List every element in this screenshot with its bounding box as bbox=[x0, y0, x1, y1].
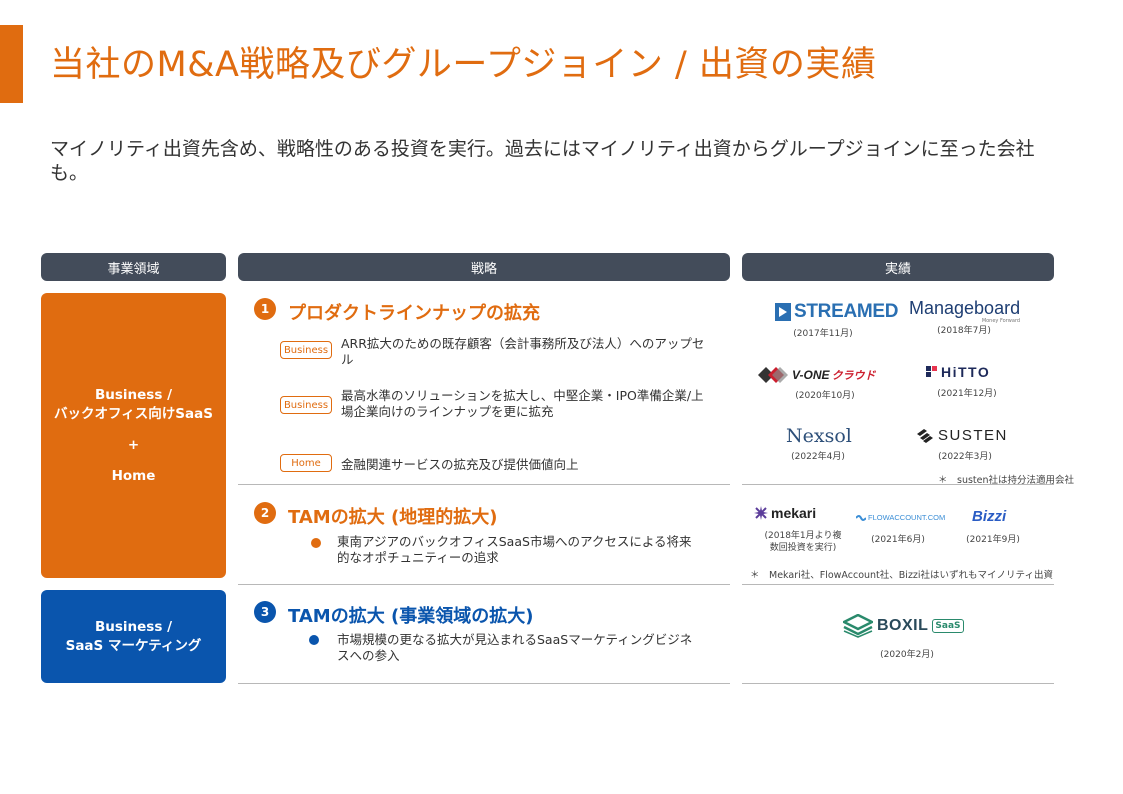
domain-label-home: Home bbox=[111, 467, 156, 484]
boxil-wordmark: BOXIL bbox=[877, 617, 929, 634]
boxil-date: (2020年2月) bbox=[880, 650, 934, 660]
strategy-title-3: TAMの拡大 (事業領域の拡大) bbox=[288, 606, 534, 627]
nexsol-wordmark: Nexsol bbox=[786, 425, 852, 447]
boxil-mark-icon bbox=[843, 614, 873, 638]
boxil-logo: BOXIL SaaS bbox=[843, 614, 964, 638]
manageboard-wordmark: Manageboard bbox=[909, 298, 1021, 318]
domain-label-line2: バックオフィス向けSaaS bbox=[54, 405, 213, 422]
strategy-number-2: 2 bbox=[254, 502, 276, 524]
bizzi-wordmark: Bizzi bbox=[972, 508, 1007, 525]
bizzi-date: (2021年9月) bbox=[966, 535, 1020, 545]
susten-logo: SUSTEN bbox=[916, 427, 1008, 444]
susten-mark-icon bbox=[917, 428, 933, 443]
bullet-dot bbox=[309, 635, 319, 645]
streamed-mark-icon bbox=[775, 303, 791, 321]
title-accent-bar bbox=[0, 25, 23, 103]
strategy-bullet-text: 市場規模の更なる拡大が見込まれるSaaSマーケティングビジネスへの参入 bbox=[337, 632, 693, 663]
divider bbox=[238, 484, 730, 485]
flowaccount-mark-icon bbox=[856, 514, 866, 521]
hitto-mark-icon bbox=[926, 366, 937, 377]
mekari-logo: mekari bbox=[754, 505, 816, 521]
domain-label-line1: Business / bbox=[94, 386, 173, 403]
flowaccount-wordmark: FLOWACCOUNT.COM bbox=[868, 513, 946, 522]
header-domain: 事業領域 bbox=[41, 253, 226, 281]
vone-cloud-wordmark: クラウド bbox=[831, 369, 876, 382]
home-tag: Home bbox=[280, 454, 332, 472]
nexsol-date: (2022年4月) bbox=[791, 452, 845, 462]
divider bbox=[742, 584, 1054, 585]
hitto-wordmark: HiTTO bbox=[941, 364, 991, 380]
strategy-item-text: 最高水準のソリューションを拡大し、中堅企業・IPO準備企業/上場企業向けのライン… bbox=[341, 388, 704, 419]
bullet-dot bbox=[311, 538, 321, 548]
divider bbox=[238, 683, 730, 684]
nexsol-logo: Nexsol bbox=[786, 425, 852, 447]
domain-plus: + bbox=[127, 436, 140, 453]
business-tag: Business bbox=[280, 341, 332, 359]
domain-saas-marketing: Business / SaaS マーケティング bbox=[41, 590, 226, 683]
mekari-date-line2: 数回投資を実行) bbox=[769, 543, 837, 553]
susten-date: (2022年3月) bbox=[938, 452, 992, 462]
bizzi-logo: Bizzi bbox=[972, 508, 1006, 525]
strategy-item-text: ARR拡大のための既存顧客（会計事務所及び法人）へのアップセル bbox=[341, 336, 705, 367]
divider bbox=[742, 683, 1054, 684]
vone-logo: V-ONE クラウド bbox=[758, 366, 876, 384]
divider bbox=[238, 584, 730, 585]
susten-wordmark: SUSTEN bbox=[938, 427, 1008, 444]
mekari-wordmark: mekari bbox=[771, 505, 817, 521]
streamed-date: (2017年11月) bbox=[793, 329, 853, 339]
header-strategy: 戦略 bbox=[238, 253, 730, 281]
vone-date: (2020年10月) bbox=[795, 391, 855, 401]
page-subtitle: マイノリティ出資先含め、戦略性のある投資を実行。過去にはマイノリティ出資からグル… bbox=[50, 138, 1035, 184]
vone-wordmark: V-ONE bbox=[792, 368, 830, 382]
vone-mark-icon bbox=[758, 367, 788, 383]
strategy-bullet-text: 東南アジアのバックオフィスSaaS市場へのアクセスによる将来的なオポチュニティー… bbox=[337, 534, 692, 565]
domain-label-line2: SaaS マーケティング bbox=[65, 637, 202, 654]
strategy-title-1: プロダクトラインナップの拡充 bbox=[288, 303, 540, 324]
strategy-number-1: 1 bbox=[254, 298, 276, 320]
flowaccount-date: (2021年6月) bbox=[871, 535, 925, 545]
manageboard-logo: Manageboard Money Forward bbox=[909, 298, 1020, 324]
strategy-number-3: 3 bbox=[254, 601, 276, 623]
flowaccount-logo: FLOWACCOUNT.COM bbox=[856, 513, 945, 522]
streamed-wordmark: STREAMED bbox=[794, 301, 899, 322]
mekari-star-icon bbox=[754, 506, 768, 520]
domain-label-line1: Business / bbox=[94, 618, 173, 635]
manageboard-date: (2018年7月) bbox=[937, 326, 991, 336]
strategy-item-text: 金融関連サービスの拡充及び提供価値向上 bbox=[341, 457, 579, 472]
strategy-title-2: TAMの拡大 (地理的拡大) bbox=[288, 507, 498, 528]
minority-note: ＊ Mekari社、FlowAccount社、Bizzi社はいずれもマイノリティ… bbox=[750, 570, 1053, 581]
business-tag: Business bbox=[280, 396, 332, 414]
streamed-logo: STREAMED bbox=[775, 301, 899, 323]
header-results: 実績 bbox=[742, 253, 1054, 281]
hitto-date: (2021年12月) bbox=[937, 389, 997, 399]
susten-note: ＊ susten社は持分法適用会社 bbox=[938, 475, 1075, 486]
boxil-saas-badge: SaaS bbox=[932, 619, 964, 633]
page-title: 当社のM&A戦略及びグループジョイン / 出資の実績 bbox=[50, 45, 877, 85]
hitto-logo: HiTTO bbox=[926, 364, 990, 380]
domain-backoffice-home: Business / バックオフィス向けSaaS + Home bbox=[41, 293, 226, 578]
